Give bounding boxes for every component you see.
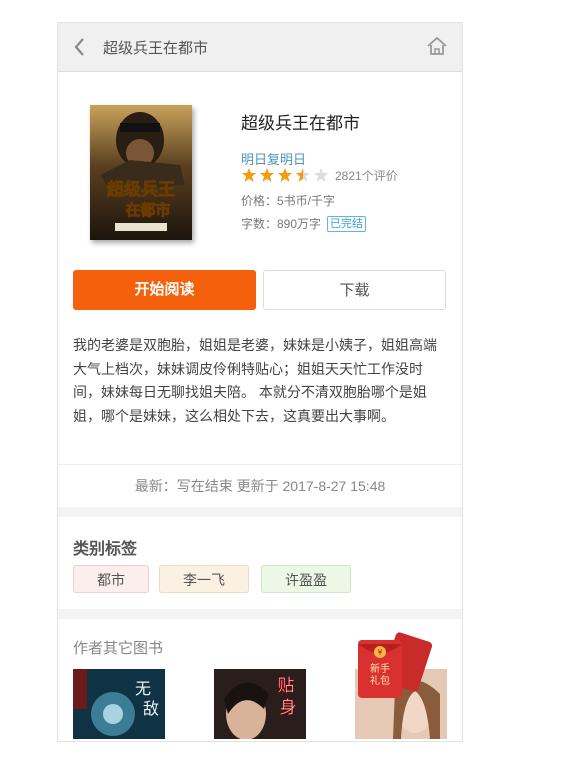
star-empty-icon — [314, 168, 328, 182]
star-half-icon — [296, 168, 310, 182]
svg-text:身: 身 — [280, 698, 297, 718]
latest-update[interactable]: 最新：写在结束 更新于 2017-8-27 15:48 — [58, 464, 462, 507]
other-books-title: 作者其它图书 — [73, 640, 164, 657]
home-icon[interactable] — [426, 35, 448, 57]
star-full-icon — [260, 168, 274, 182]
svg-text:敌: 敌 — [143, 699, 159, 718]
svg-text:无: 无 — [135, 679, 151, 698]
word-count: 字数：890万字 — [241, 217, 322, 231]
tag-item[interactable]: 许盈盈 — [261, 565, 351, 593]
page-title: 超级兵王在都市 — [103, 40, 209, 57]
rating: 2821个评价 — [241, 167, 398, 183]
status-badge: 已完结 — [327, 215, 367, 232]
category-tags-title: 类别标签 — [73, 541, 138, 558]
rating-count: 2821个评价 — [335, 168, 398, 183]
divider — [58, 507, 462, 517]
svg-text:贴: 贴 — [278, 676, 295, 696]
cover-title-text: 超级兵王 — [107, 179, 175, 200]
chevron-left-icon[interactable] — [70, 34, 90, 60]
tag-item[interactable]: 都市 — [73, 565, 149, 593]
star-full-icon — [242, 168, 256, 182]
svg-text:在都市: 在都市 — [125, 201, 170, 219]
top-bar: 超级兵王在都市 — [58, 23, 462, 72]
download-button[interactable]: 下载 — [263, 270, 446, 310]
book-cover[interactable]: 超级兵王 在都市 — [90, 105, 192, 240]
book-title: 超级兵王在都市 — [241, 114, 360, 133]
svg-text:¥: ¥ — [377, 648, 382, 657]
star-full-icon — [278, 168, 292, 182]
author-link[interactable]: 明日复明日 — [241, 149, 306, 168]
price: 价格：5书币/千字 — [241, 194, 336, 208]
other-book-cover[interactable]: 贴 身 — [214, 669, 306, 739]
start-reading-button[interactable]: 开始阅读 — [73, 270, 256, 310]
divider — [58, 609, 462, 619]
gift-label: 新手 礼包 — [370, 664, 390, 687]
book-description: 我的老婆是双胞胎，姐姐是老婆，妹妹是小姨子，姐姐高端大气上档次，妹妹调皮伶俐特贴… — [73, 337, 437, 424]
word-count-row: 字数：890万字 已完结 — [241, 215, 367, 232]
tag-item[interactable]: 李一飞 — [159, 565, 249, 593]
other-book-cover[interactable]: 无 敌 — [73, 669, 165, 739]
action-buttons: 开始阅读 下载 — [58, 270, 462, 334]
book-info: 超级兵王 在都市 超级兵王在都市 明日复明日 2821个评价 价格：5书币/千字… — [58, 72, 462, 270]
category-tags-section: 类别标签 都市 李一飞 许盈盈 — [58, 517, 462, 609]
new-user-gift-button[interactable]: ¥ 新手 礼包 — [356, 632, 434, 702]
